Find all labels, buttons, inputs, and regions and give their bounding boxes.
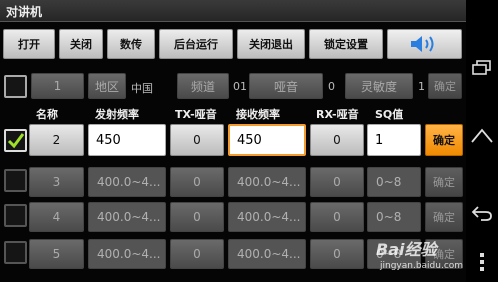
sensitivity-button[interactable]: 灵敏度	[345, 73, 413, 99]
channel-value: 01	[233, 80, 247, 93]
menu-icon[interactable]	[478, 252, 486, 272]
row2-sq-input[interactable]: 1	[367, 124, 421, 156]
row4-name[interactable]: 4	[29, 202, 84, 232]
header-sq: SQ值	[375, 108, 404, 121]
row4-confirm-button[interactable]: 确定	[425, 202, 463, 232]
recent-apps-icon[interactable]	[472, 60, 492, 76]
row3-confirm-button[interactable]: 确定	[425, 167, 463, 197]
row3-tx-freq-input[interactable]: 400.0~4...	[88, 167, 166, 197]
row2-checkbox[interactable]	[4, 129, 27, 152]
title-bar: 对讲机	[0, 0, 466, 22]
row5-tx-freq-input[interactable]: 400.0~4...	[88, 239, 166, 269]
squelch-button[interactable]: 哑音	[249, 73, 323, 99]
row1-checkbox[interactable]	[4, 75, 27, 98]
row1-name[interactable]: 1	[31, 73, 84, 99]
row2-confirm-button[interactable]: 确定	[425, 124, 463, 156]
row3-sq-input[interactable]: 0~8	[367, 167, 421, 197]
row4-checkbox[interactable]	[4, 204, 27, 227]
row4-rx-freq-input[interactable]: 400.0~4...	[228, 202, 306, 232]
row2-rx-mute[interactable]: 0	[310, 124, 364, 156]
app-window: 对讲机 打开 关闭 数传 后台运行 关闭退出 锁定设置 1 地区 中国 频道 0…	[0, 0, 466, 282]
row3-rx-mute[interactable]: 0	[310, 167, 364, 197]
row1-confirm-button[interactable]: 确定	[428, 73, 462, 99]
row2-tx-mute[interactable]: 0	[170, 124, 224, 156]
region-button[interactable]: 地区	[88, 73, 126, 99]
row4-tx-freq-input[interactable]: 400.0~4...	[88, 202, 166, 232]
app-title: 对讲机	[6, 5, 43, 19]
header-tx-freq: 发射频率	[95, 108, 139, 121]
lock-settings-button[interactable]: 锁定设置	[309, 29, 383, 59]
open-button[interactable]: 打开	[3, 29, 55, 59]
row2-tx-freq-input[interactable]: 450	[88, 124, 166, 156]
row2-name[interactable]: 2	[29, 124, 84, 156]
row4-tx-mute[interactable]: 0	[170, 202, 224, 232]
system-nav-bar	[466, 0, 498, 282]
region-value: 中国	[131, 82, 153, 95]
close-button[interactable]: 关闭	[59, 29, 103, 59]
speaker-icon	[410, 36, 433, 52]
row3-checkbox[interactable]	[4, 169, 27, 192]
header-rx-freq: 接收频率	[236, 108, 280, 121]
row5-checkbox[interactable]	[4, 241, 27, 264]
header-tx-mute: TX-哑音	[175, 108, 217, 121]
run-background-button[interactable]: 后台运行	[159, 29, 233, 59]
header-rx-mute: RX-哑音	[316, 108, 359, 121]
close-exit-button[interactable]: 关闭退出	[237, 29, 305, 59]
check-icon	[7, 133, 25, 149]
row5-rx-freq-input[interactable]: 400.0~4...	[228, 239, 306, 269]
squelch-value: 0	[328, 80, 335, 93]
row2-rx-freq-input[interactable]: 450	[228, 124, 306, 156]
row5-rx-mute[interactable]: 0	[310, 239, 364, 269]
row4-sq-input[interactable]: 0~8	[367, 202, 421, 232]
row3-rx-freq-input[interactable]: 400.0~4...	[228, 167, 306, 197]
watermark-logo: Bai经验	[376, 240, 437, 259]
speaker-button[interactable]	[387, 29, 462, 59]
channel-button[interactable]: 频道	[177, 73, 229, 99]
row3-name[interactable]: 3	[29, 167, 84, 197]
watermark-url: jingyan.baidu.com	[380, 261, 464, 271]
row4-rx-mute[interactable]: 0	[310, 202, 364, 232]
row5-tx-mute[interactable]: 0	[170, 239, 224, 269]
row5-name[interactable]: 5	[29, 239, 84, 269]
sensitivity-value: 1	[418, 80, 425, 93]
back-icon[interactable]	[471, 205, 493, 221]
watermark: Bai经验 jingyan.baidu.com	[372, 236, 466, 276]
home-icon[interactable]	[471, 127, 493, 143]
header-name: 名称	[36, 108, 58, 121]
row3-tx-mute[interactable]: 0	[170, 167, 224, 197]
data-transfer-button[interactable]: 数传	[107, 29, 155, 59]
